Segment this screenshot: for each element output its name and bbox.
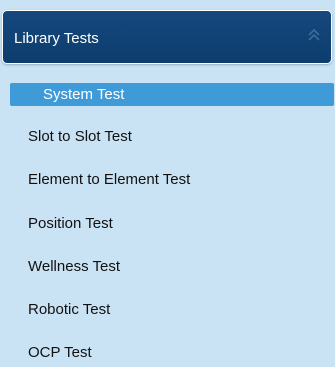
list-item-ocp-test[interactable]: OCP Test: [10, 341, 334, 364]
list-item-label: Slot to Slot Test: [28, 128, 132, 145]
list-item-slot-to-slot-test[interactable]: Slot to Slot Test: [10, 125, 334, 148]
list-item-position-test[interactable]: Position Test: [10, 212, 334, 235]
list-item-label: OCP Test: [28, 344, 92, 361]
list-item-label: Robotic Test: [28, 301, 111, 318]
list-item-label: System Test: [43, 86, 125, 103]
library-tests-header[interactable]: Library Tests: [2, 10, 332, 64]
list-item-label: Wellness Test: [28, 258, 120, 275]
list-item-wellness-test[interactable]: Wellness Test: [10, 255, 334, 278]
list-item-label: Position Test: [28, 215, 113, 232]
list-item-element-to-element-test[interactable]: Element to Element Test: [10, 168, 334, 191]
list-item-robotic-test[interactable]: Robotic Test: [10, 298, 334, 321]
library-tests-panel: Library Tests System Test Slot to Slot T…: [0, 0, 335, 367]
panel-title: Library Tests: [14, 30, 99, 47]
list-item-system-test[interactable]: System Test: [10, 83, 334, 106]
list-item-label: Element to Element Test: [28, 171, 191, 188]
double-chevron-up-icon[interactable]: [307, 28, 321, 44]
